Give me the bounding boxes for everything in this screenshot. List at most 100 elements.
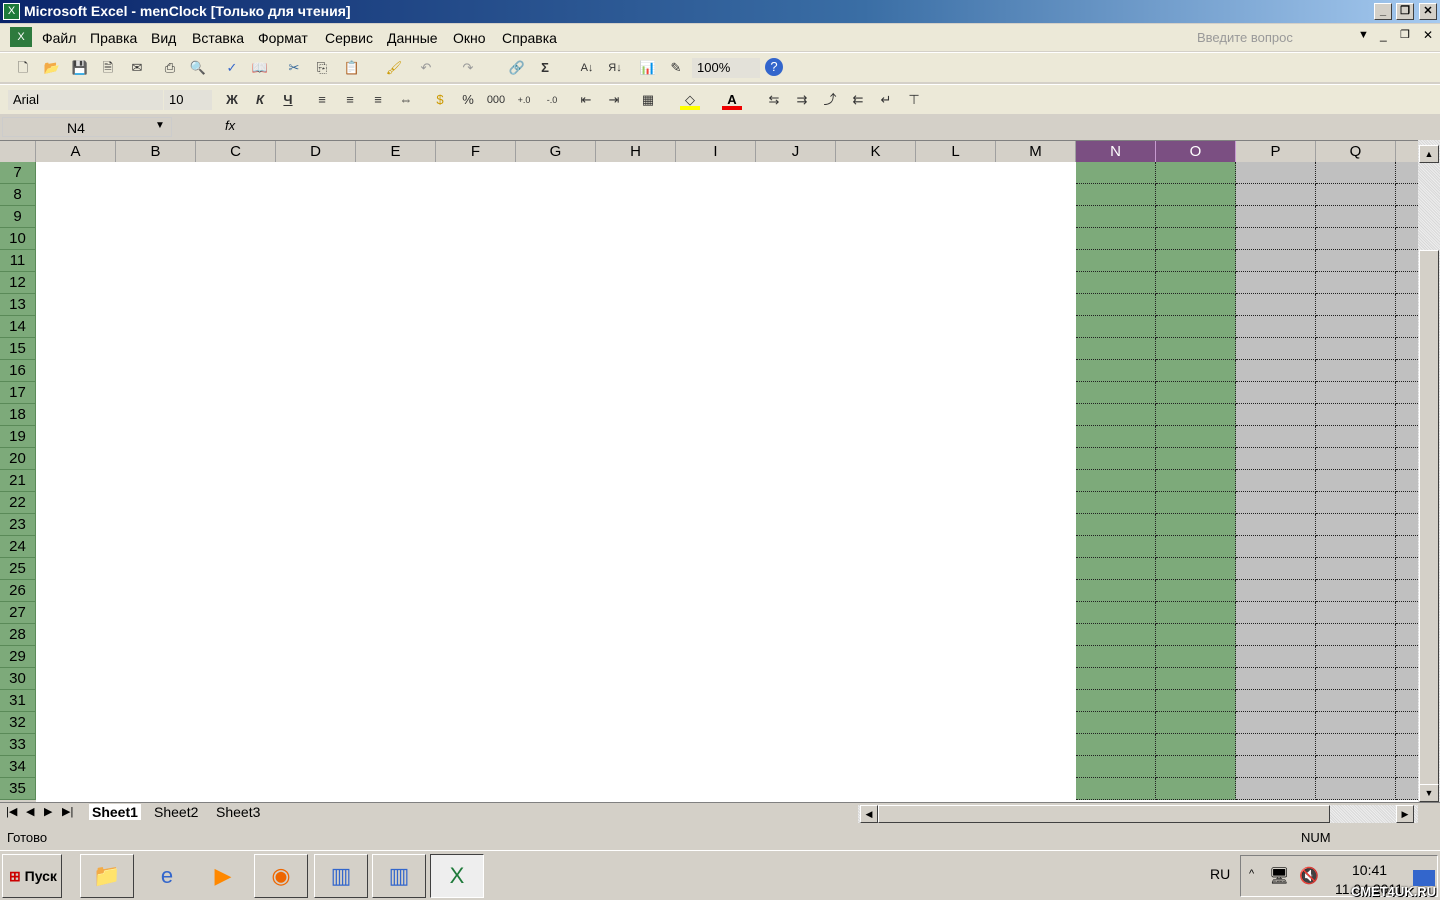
cell-p33[interactable]: [1236, 734, 1316, 756]
cell-n20[interactable]: [1076, 448, 1156, 470]
font-color-icon[interactable]: A: [722, 90, 742, 110]
vertical-scrollbar[interactable]: ▲ ▼: [1418, 140, 1440, 802]
start-button[interactable]: ⊞ Пуск: [2, 854, 62, 898]
row-header-32[interactable]: 32: [0, 712, 36, 734]
cell-grid[interactable]: [36, 162, 1418, 802]
font-select[interactable]: Arial: [8, 90, 163, 110]
cell-p17[interactable]: [1236, 382, 1316, 404]
cell-n23[interactable]: [1076, 514, 1156, 536]
cell-r28[interactable]: [1396, 624, 1418, 646]
cell-r31[interactable]: [1396, 690, 1418, 712]
cell-q7[interactable]: [1316, 162, 1396, 184]
cell-r30[interactable]: [1396, 668, 1418, 690]
menu-edit[interactable]: Правка: [90, 30, 137, 46]
cell-n22[interactable]: [1076, 492, 1156, 514]
cell-q11[interactable]: [1316, 250, 1396, 272]
redo-icon[interactable]: ↷: [458, 58, 478, 78]
cell-r17[interactable]: [1396, 382, 1418, 404]
cell-p19[interactable]: [1236, 426, 1316, 448]
cell-r21[interactable]: [1396, 470, 1418, 492]
cell-q26[interactable]: [1316, 580, 1396, 602]
spelling-icon[interactable]: ✓: [222, 58, 242, 78]
cell-p12[interactable]: [1236, 272, 1316, 294]
cell-r23[interactable]: [1396, 514, 1418, 536]
cell-o26[interactable]: [1156, 580, 1236, 602]
cell-r10[interactable]: [1396, 228, 1418, 250]
column-header-d[interactable]: D: [276, 141, 356, 163]
cell-r27[interactable]: [1396, 602, 1418, 624]
cell-q13[interactable]: [1316, 294, 1396, 316]
cell-r19[interactable]: [1396, 426, 1418, 448]
thousands-button[interactable]: 000: [486, 90, 506, 110]
cell-p27[interactable]: [1236, 602, 1316, 624]
menu-tools[interactable]: Сервис: [325, 30, 373, 46]
help-icon[interactable]: ?: [765, 58, 783, 76]
column-header-p[interactable]: P: [1236, 141, 1316, 163]
increase-indent-icon[interactable]: ⇥: [604, 90, 624, 110]
volume-muted-icon[interactable]: 🔇: [1299, 866, 1319, 886]
cell-r22[interactable]: [1396, 492, 1418, 514]
clock-time[interactable]: 10:41: [1352, 862, 1387, 878]
increase-decimal-icon[interactable]: +.0: [514, 90, 534, 110]
print-icon[interactable]: ⎙: [160, 58, 180, 78]
column-header-k[interactable]: K: [836, 141, 916, 163]
row-header-14[interactable]: 14: [0, 316, 36, 338]
cell-o7[interactable]: [1156, 162, 1236, 184]
cell-n10[interactable]: [1076, 228, 1156, 250]
cell-r9[interactable]: [1396, 206, 1418, 228]
menu-window[interactable]: Окно: [453, 30, 486, 46]
excel-taskbar-icon[interactable]: X: [430, 854, 484, 898]
row-header-31[interactable]: 31: [0, 690, 36, 712]
copy-icon[interactable]: ⎘: [312, 58, 332, 78]
cell-o29[interactable]: [1156, 646, 1236, 668]
cell-n14[interactable]: [1076, 316, 1156, 338]
cell-o35[interactable]: [1156, 778, 1236, 800]
cell-p20[interactable]: [1236, 448, 1316, 470]
cell-o19[interactable]: [1156, 426, 1236, 448]
network-icon[interactable]: 🖥: [1269, 866, 1289, 886]
cell-p28[interactable]: [1236, 624, 1316, 646]
cell-q34[interactable]: [1316, 756, 1396, 778]
horizontal-scrollbar[interactable]: ◀ ▶: [858, 805, 1418, 823]
sort-ascending-icon[interactable]: A↓: [577, 58, 597, 78]
cell-o12[interactable]: [1156, 272, 1236, 294]
row-header-7[interactable]: 7: [0, 162, 36, 184]
cell-n31[interactable]: [1076, 690, 1156, 712]
cell-q18[interactable]: [1316, 404, 1396, 426]
row-header-15[interactable]: 15: [0, 338, 36, 360]
cell-q15[interactable]: [1316, 338, 1396, 360]
horizontal-scroll-thumb[interactable]: [878, 805, 1330, 823]
menu-view[interactable]: Вид: [151, 30, 176, 46]
row-header-29[interactable]: 29: [0, 646, 36, 668]
cell-q29[interactable]: [1316, 646, 1396, 668]
row-header-11[interactable]: 11: [0, 250, 36, 272]
cell-n28[interactable]: [1076, 624, 1156, 646]
cell-r32[interactable]: [1396, 712, 1418, 734]
scroll-left-button[interactable]: ◀: [860, 805, 878, 823]
text-direction-icon[interactable]: ⇆: [764, 90, 784, 110]
row-header-21[interactable]: 21: [0, 470, 36, 492]
bold-button[interactable]: Ж: [222, 90, 242, 110]
next-sheet-button[interactable]: ▶: [44, 805, 52, 818]
cell-q31[interactable]: [1316, 690, 1396, 712]
app-chart-icon[interactable]: ▥: [314, 854, 368, 898]
cell-r20[interactable]: [1396, 448, 1418, 470]
cell-o27[interactable]: [1156, 602, 1236, 624]
cell-n8[interactable]: [1076, 184, 1156, 206]
cell-q19[interactable]: [1316, 426, 1396, 448]
prev-sheet-button[interactable]: ◀: [26, 805, 34, 818]
cell-q33[interactable]: [1316, 734, 1396, 756]
column-header-j[interactable]: J: [756, 141, 836, 163]
align-right-icon[interactable]: ≡: [368, 90, 388, 110]
sheet-tab-sheet2[interactable]: Sheet2: [154, 804, 198, 820]
cell-n25[interactable]: [1076, 558, 1156, 580]
cell-q16[interactable]: [1316, 360, 1396, 382]
show-hidden-icons[interactable]: ^: [1249, 868, 1254, 880]
sort-descending-icon[interactable]: Я↓: [605, 58, 625, 78]
cell-r13[interactable]: [1396, 294, 1418, 316]
cell-n27[interactable]: [1076, 602, 1156, 624]
cell-p35[interactable]: [1236, 778, 1316, 800]
align-center-icon[interactable]: ≡: [340, 90, 360, 110]
cell-o22[interactable]: [1156, 492, 1236, 514]
column-header-a[interactable]: A: [36, 141, 116, 163]
